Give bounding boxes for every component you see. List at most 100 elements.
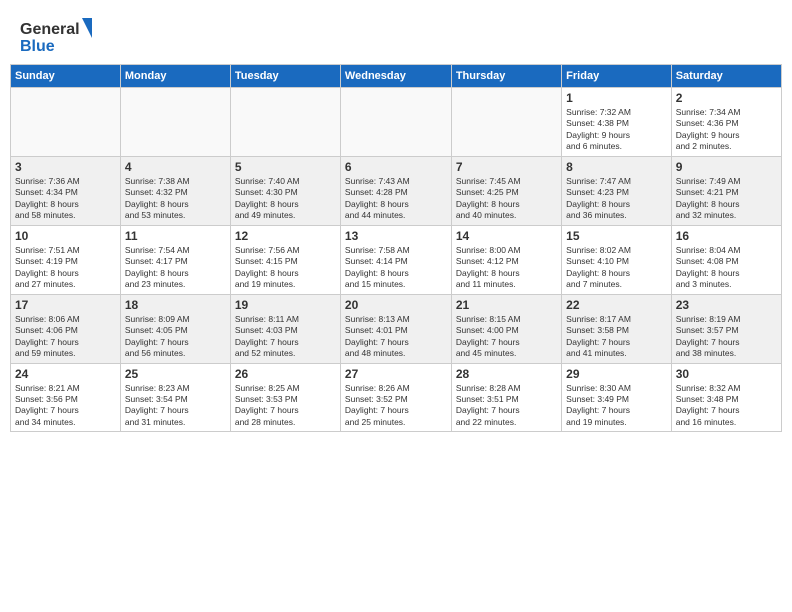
day-detail: Sunrise: 7:47 AM Sunset: 4:23 PM Dayligh… bbox=[566, 176, 667, 222]
day-number: 29 bbox=[566, 367, 667, 381]
weekday-header: Monday bbox=[120, 65, 230, 88]
day-number: 15 bbox=[566, 229, 667, 243]
day-detail: Sunrise: 7:43 AM Sunset: 4:28 PM Dayligh… bbox=[345, 176, 447, 222]
day-number: 8 bbox=[566, 160, 667, 174]
day-detail: Sunrise: 8:04 AM Sunset: 4:08 PM Dayligh… bbox=[676, 245, 777, 291]
logo-svg: GeneralBlue bbox=[20, 16, 100, 56]
day-number: 27 bbox=[345, 367, 447, 381]
logo: GeneralBlue bbox=[20, 16, 100, 56]
day-detail: Sunrise: 7:34 AM Sunset: 4:36 PM Dayligh… bbox=[676, 107, 777, 153]
day-number: 17 bbox=[15, 298, 116, 312]
calendar-cell: 9 Sunrise: 7:49 AM Sunset: 4:21 PM Daylig… bbox=[671, 156, 781, 225]
calendar-cell bbox=[11, 88, 121, 157]
day-detail: Sunrise: 8:25 AM Sunset: 3:53 PM Dayligh… bbox=[235, 383, 336, 429]
day-detail: Sunrise: 7:38 AM Sunset: 4:32 PM Dayligh… bbox=[125, 176, 226, 222]
day-detail: Sunrise: 8:13 AM Sunset: 4:01 PM Dayligh… bbox=[345, 314, 447, 360]
calendar-cell: 28 Sunrise: 8:28 AM Sunset: 3:51 PM Dayli… bbox=[451, 363, 561, 432]
calendar-week-row: 24 Sunrise: 8:21 AM Sunset: 3:56 PM Dayli… bbox=[11, 363, 782, 432]
weekday-header: Tuesday bbox=[230, 65, 340, 88]
day-number: 5 bbox=[235, 160, 336, 174]
day-detail: Sunrise: 7:56 AM Sunset: 4:15 PM Dayligh… bbox=[235, 245, 336, 291]
calendar-cell: 16 Sunrise: 8:04 AM Sunset: 4:08 PM Dayli… bbox=[671, 225, 781, 294]
day-number: 13 bbox=[345, 229, 447, 243]
calendar-week-row: 10Sunrise: 7:51 AM Sunset: 4:19 PM Dayli… bbox=[11, 225, 782, 294]
calendar-cell: 23 Sunrise: 8:19 AM Sunset: 3:57 PM Dayli… bbox=[671, 294, 781, 363]
calendar-cell bbox=[120, 88, 230, 157]
day-number: 6 bbox=[345, 160, 447, 174]
weekday-header: Saturday bbox=[671, 65, 781, 88]
svg-text:General: General bbox=[20, 21, 80, 38]
day-number: 10 bbox=[15, 229, 116, 243]
day-number: 24 bbox=[15, 367, 116, 381]
calendar-cell: 19Sunrise: 8:11 AM Sunset: 4:03 PM Dayli… bbox=[230, 294, 340, 363]
calendar-week-row: 1 Sunrise: 7:32 AM Sunset: 4:38 PM Daylig… bbox=[11, 88, 782, 157]
weekday-header: Friday bbox=[562, 65, 672, 88]
day-number: 19 bbox=[235, 298, 336, 312]
day-detail: Sunrise: 8:15 AM Sunset: 4:00 PM Dayligh… bbox=[456, 314, 557, 360]
day-number: 21 bbox=[456, 298, 557, 312]
calendar-cell: 4 Sunrise: 7:38 AM Sunset: 4:32 PM Daylig… bbox=[120, 156, 230, 225]
day-detail: Sunrise: 8:30 AM Sunset: 3:49 PM Dayligh… bbox=[566, 383, 667, 429]
calendar-cell: 6 Sunrise: 7:43 AM Sunset: 4:28 PM Daylig… bbox=[340, 156, 451, 225]
day-number: 1 bbox=[566, 91, 667, 105]
day-detail: Sunrise: 8:21 AM Sunset: 3:56 PM Dayligh… bbox=[15, 383, 116, 429]
calendar-cell: 1 Sunrise: 7:32 AM Sunset: 4:38 PM Daylig… bbox=[562, 88, 672, 157]
calendar-table: SundayMondayTuesdayWednesdayThursdayFrid… bbox=[10, 64, 782, 432]
calendar-cell: 8 Sunrise: 7:47 AM Sunset: 4:23 PM Daylig… bbox=[562, 156, 672, 225]
day-number: 18 bbox=[125, 298, 226, 312]
calendar-cell: 30Sunrise: 8:32 AM Sunset: 3:48 PM Dayli… bbox=[671, 363, 781, 432]
calendar-cell bbox=[230, 88, 340, 157]
calendar-cell: 12Sunrise: 7:56 AM Sunset: 4:15 PM Dayli… bbox=[230, 225, 340, 294]
day-number: 22 bbox=[566, 298, 667, 312]
calendar-cell: 20 Sunrise: 8:13 AM Sunset: 4:01 PM Dayli… bbox=[340, 294, 451, 363]
calendar-cell: 26Sunrise: 8:25 AM Sunset: 3:53 PM Dayli… bbox=[230, 363, 340, 432]
calendar-cell bbox=[451, 88, 561, 157]
calendar-week-row: 3 Sunrise: 7:36 AM Sunset: 4:34 PM Daylig… bbox=[11, 156, 782, 225]
day-detail: Sunrise: 7:36 AM Sunset: 4:34 PM Dayligh… bbox=[15, 176, 116, 222]
day-detail: Sunrise: 7:49 AM Sunset: 4:21 PM Dayligh… bbox=[676, 176, 777, 222]
calendar-week-row: 17 Sunrise: 8:06 AM Sunset: 4:06 PM Dayli… bbox=[11, 294, 782, 363]
day-number: 11 bbox=[125, 229, 226, 243]
day-number: 23 bbox=[676, 298, 777, 312]
day-number: 28 bbox=[456, 367, 557, 381]
page-container: GeneralBlue SundayMondayTuesdayWednesday… bbox=[0, 0, 792, 612]
day-detail: Sunrise: 7:32 AM Sunset: 4:38 PM Dayligh… bbox=[566, 107, 667, 153]
calendar-cell: 15 Sunrise: 8:02 AM Sunset: 4:10 PM Dayli… bbox=[562, 225, 672, 294]
day-detail: Sunrise: 8:26 AM Sunset: 3:52 PM Dayligh… bbox=[345, 383, 447, 429]
day-number: 4 bbox=[125, 160, 226, 174]
calendar-cell: 17 Sunrise: 8:06 AM Sunset: 4:06 PM Dayli… bbox=[11, 294, 121, 363]
day-number: 3 bbox=[15, 160, 116, 174]
day-detail: Sunrise: 8:28 AM Sunset: 3:51 PM Dayligh… bbox=[456, 383, 557, 429]
weekday-header: Thursday bbox=[451, 65, 561, 88]
day-detail: Sunrise: 8:17 AM Sunset: 3:58 PM Dayligh… bbox=[566, 314, 667, 360]
day-detail: Sunrise: 7:40 AM Sunset: 4:30 PM Dayligh… bbox=[235, 176, 336, 222]
weekday-header-row: SundayMondayTuesdayWednesdayThursdayFrid… bbox=[11, 65, 782, 88]
day-number: 16 bbox=[676, 229, 777, 243]
day-number: 14 bbox=[456, 229, 557, 243]
day-detail: Sunrise: 8:19 AM Sunset: 3:57 PM Dayligh… bbox=[676, 314, 777, 360]
calendar-cell: 27 Sunrise: 8:26 AM Sunset: 3:52 PM Dayli… bbox=[340, 363, 451, 432]
day-number: 7 bbox=[456, 160, 557, 174]
calendar-cell: 22 Sunrise: 8:17 AM Sunset: 3:58 PM Dayli… bbox=[562, 294, 672, 363]
day-number: 25 bbox=[125, 367, 226, 381]
day-number: 9 bbox=[676, 160, 777, 174]
calendar-cell: 21 Sunrise: 8:15 AM Sunset: 4:00 PM Dayli… bbox=[451, 294, 561, 363]
calendar-cell: 14 Sunrise: 8:00 AM Sunset: 4:12 PM Dayli… bbox=[451, 225, 561, 294]
day-detail: Sunrise: 8:06 AM Sunset: 4:06 PM Dayligh… bbox=[15, 314, 116, 360]
header: GeneralBlue bbox=[10, 8, 782, 60]
weekday-header: Sunday bbox=[11, 65, 121, 88]
day-detail: Sunrise: 7:45 AM Sunset: 4:25 PM Dayligh… bbox=[456, 176, 557, 222]
day-detail: Sunrise: 7:58 AM Sunset: 4:14 PM Dayligh… bbox=[345, 245, 447, 291]
calendar-cell: 25Sunrise: 8:23 AM Sunset: 3:54 PM Dayli… bbox=[120, 363, 230, 432]
calendar-cell: 29 Sunrise: 8:30 AM Sunset: 3:49 PM Dayli… bbox=[562, 363, 672, 432]
calendar-cell: 3 Sunrise: 7:36 AM Sunset: 4:34 PM Daylig… bbox=[11, 156, 121, 225]
calendar-cell: 7 Sunrise: 7:45 AM Sunset: 4:25 PM Daylig… bbox=[451, 156, 561, 225]
calendar-cell: 13 Sunrise: 7:58 AM Sunset: 4:14 PM Dayli… bbox=[340, 225, 451, 294]
day-detail: Sunrise: 8:00 AM Sunset: 4:12 PM Dayligh… bbox=[456, 245, 557, 291]
day-detail: Sunrise: 8:02 AM Sunset: 4:10 PM Dayligh… bbox=[566, 245, 667, 291]
day-number: 20 bbox=[345, 298, 447, 312]
day-detail: Sunrise: 8:09 AM Sunset: 4:05 PM Dayligh… bbox=[125, 314, 226, 360]
calendar-cell: 18 Sunrise: 8:09 AM Sunset: 4:05 PM Dayli… bbox=[120, 294, 230, 363]
calendar-cell bbox=[340, 88, 451, 157]
calendar-cell: 24 Sunrise: 8:21 AM Sunset: 3:56 PM Dayli… bbox=[11, 363, 121, 432]
